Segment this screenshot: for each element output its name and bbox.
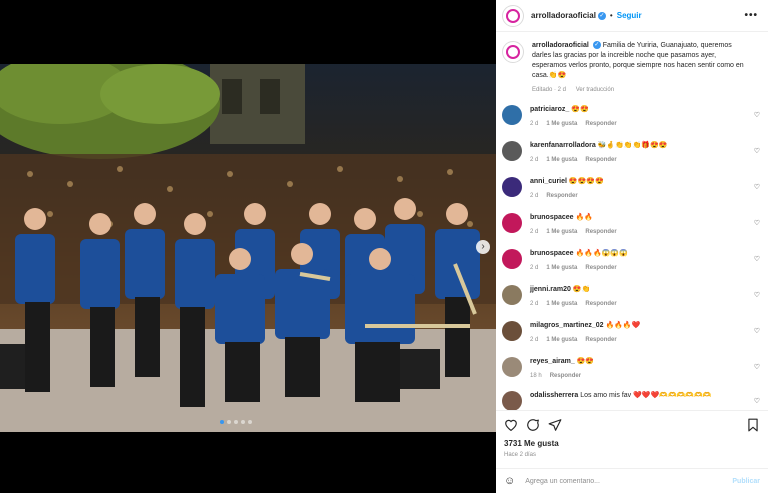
comment-item: karenfanarrolladora 🐝🤞👏👏👏🎁😍😍 2 d 1 Me gus…: [502, 141, 764, 163]
comment-item: brunospacee 🔥🔥🔥😱😱😱 2 d 1 Me gusta Responde…: [502, 249, 764, 271]
comment-text: 🐝🤞👏👏👏🎁😍😍: [597, 142, 668, 149]
post-caption: arrolladoraoficial ✓ Familia de Yuriria,…: [496, 33, 768, 95]
separator-dot: •: [609, 11, 613, 20]
comment-likes[interactable]: 1 Me gusta: [546, 229, 577, 235]
comment-username[interactable]: milagros_martinez_02: [530, 322, 604, 329]
comment-text: Los amo mis fav ❤️❤️❤️🫶🫶🫶🫶🫶🫶: [580, 392, 712, 399]
post-side-panel: arrolladoraoficial ✓ • Seguir ••• arroll…: [496, 0, 768, 493]
commenter-avatar[interactable]: [502, 141, 522, 161]
comment-likes[interactable]: 1 Me gusta: [546, 337, 577, 343]
caption-username[interactable]: arrolladoraoficial: [532, 42, 589, 49]
comment-likes[interactable]: 1 Me gusta: [546, 265, 577, 271]
reply-button[interactable]: Responder: [585, 229, 616, 235]
comment-item: reyes_airam_ 😍😍 18 h Responder ♡: [502, 357, 764, 379]
emoji-picker-icon[interactable]: ☺: [504, 475, 515, 487]
likes-count[interactable]: 3731 Me gusta: [504, 439, 559, 448]
bookmark-icon[interactable]: [744, 416, 762, 434]
comment-item: anni_curiel 😍😍😍😍 2 d Responder ♡: [502, 177, 764, 199]
comment-username[interactable]: anni_curiel: [530, 178, 567, 185]
band-photo[interactable]: [0, 64, 496, 432]
post-media: ›: [0, 0, 496, 493]
commenter-avatar[interactable]: [502, 177, 522, 197]
author-avatar[interactable]: [502, 4, 524, 27]
comment-likes[interactable]: 1 Me gusta: [546, 121, 577, 127]
like-comment-icon[interactable]: ♡: [754, 147, 760, 155]
like-comment-icon[interactable]: ♡: [754, 255, 760, 263]
commenter-avatar[interactable]: [502, 249, 522, 269]
comment-text: 😍😍: [576, 358, 595, 365]
carousel-next-button[interactable]: ›: [476, 240, 490, 254]
comments-list[interactable]: arrolladoraoficial ✓ Familia de Yuriria,…: [496, 33, 768, 410]
author-username[interactable]: arrolladoraoficial: [531, 11, 596, 20]
comment-item: brunospacee 🔥🔥 2 d 1 Me gusta Responder ♡: [502, 213, 764, 235]
comment-likes[interactable]: 1 Me gusta: [546, 301, 577, 307]
comment-username[interactable]: jjenni.ram20: [530, 286, 571, 293]
comment-username[interactable]: karenfanarrolladora: [530, 142, 596, 149]
like-comment-icon[interactable]: ♡: [754, 363, 760, 371]
comment-username[interactable]: reyes_airam_: [530, 358, 575, 365]
comment-text: 🔥🔥🔥😱😱😱: [575, 250, 628, 257]
comment-input[interactable]: [525, 477, 733, 485]
comment-username[interactable]: brunospacee: [530, 214, 574, 221]
follow-button[interactable]: Seguir: [617, 11, 642, 20]
commenter-avatar[interactable]: [502, 285, 522, 305]
reply-button[interactable]: Responder: [546, 193, 577, 199]
reply-button[interactable]: Responder: [585, 337, 616, 343]
comment-bubble-icon[interactable]: [524, 416, 542, 434]
verified-icon: ✓: [592, 41, 601, 50]
comment-item: milagros_martinez_02 🔥🔥🔥❤️ 2 d 1 Me gusta…: [502, 321, 764, 343]
translate-link[interactable]: Ver traducción: [576, 87, 614, 93]
commenter-avatar[interactable]: [502, 105, 522, 125]
comment-age: 2 d: [530, 265, 539, 271]
like-comment-icon[interactable]: ♡: [754, 397, 760, 405]
comment-text: 🔥🔥🔥❤️: [605, 322, 641, 329]
more-options-icon[interactable]: •••: [744, 10, 758, 21]
comment-text: 😍😍😍😍: [568, 178, 604, 185]
comment-text: 😍😍: [571, 106, 589, 113]
reply-button[interactable]: Responder: [585, 157, 616, 163]
comment-text: 😍👏: [572, 286, 591, 293]
commenter-avatar[interactable]: [502, 321, 522, 341]
commenter-avatar[interactable]: [502, 213, 522, 233]
comment-age: 2 d: [530, 157, 539, 163]
caption-avatar[interactable]: [502, 41, 524, 63]
commenter-avatar[interactable]: [502, 357, 522, 377]
comment-age: 2 d: [530, 193, 539, 199]
post-actions: [496, 410, 768, 438]
like-heart-icon[interactable]: [502, 416, 520, 434]
reply-button[interactable]: Responder: [585, 265, 616, 271]
comment-likes[interactable]: 1 Me gusta: [546, 157, 577, 163]
comment-item: jjenni.ram20 😍👏 2 d 1 Me gusta Responder ♡: [502, 285, 764, 307]
comment-age: 18 h: [530, 373, 542, 379]
reply-button[interactable]: Responder: [550, 373, 581, 379]
comment-item: odalissherrera Los amo mis fav ❤️❤️❤️🫶🫶🫶…: [502, 391, 764, 410]
post-time: Hace 2 días: [504, 452, 537, 458]
like-comment-icon[interactable]: ♡: [754, 327, 760, 335]
caption-meta: Editado · 2 d: [532, 87, 567, 93]
comment-age: 2 d: [530, 337, 539, 343]
add-comment-bar: ☺ Publicar: [496, 468, 768, 493]
verified-icon: ✓: [597, 11, 606, 20]
comment-username[interactable]: patriciaroz_: [530, 106, 569, 113]
comment-username[interactable]: odalissherrera: [530, 392, 578, 399]
like-comment-icon[interactable]: ♡: [754, 183, 760, 191]
comment-age: 2 d: [530, 301, 539, 307]
post-header: arrolladoraoficial ✓ • Seguir •••: [496, 0, 768, 32]
comment-username[interactable]: brunospacee: [530, 250, 574, 257]
reply-button[interactable]: Responder: [585, 121, 616, 127]
reply-button[interactable]: Responder: [585, 301, 616, 307]
comment-text: 🔥🔥: [575, 214, 593, 221]
comment-age: 2 d: [530, 121, 539, 127]
like-comment-icon[interactable]: ♡: [754, 291, 760, 299]
like-comment-icon[interactable]: ♡: [754, 219, 760, 227]
carousel-indicator: [220, 420, 252, 424]
like-comment-icon[interactable]: ♡: [754, 111, 760, 119]
publish-button[interactable]: Publicar: [732, 478, 760, 485]
comment-age: 2 d: [530, 229, 539, 235]
share-send-icon[interactable]: [546, 416, 564, 434]
comment-item: patriciaroz_ 😍😍 2 d 1 Me gusta Responder ♡: [502, 105, 764, 127]
commenter-avatar[interactable]: [502, 391, 522, 410]
